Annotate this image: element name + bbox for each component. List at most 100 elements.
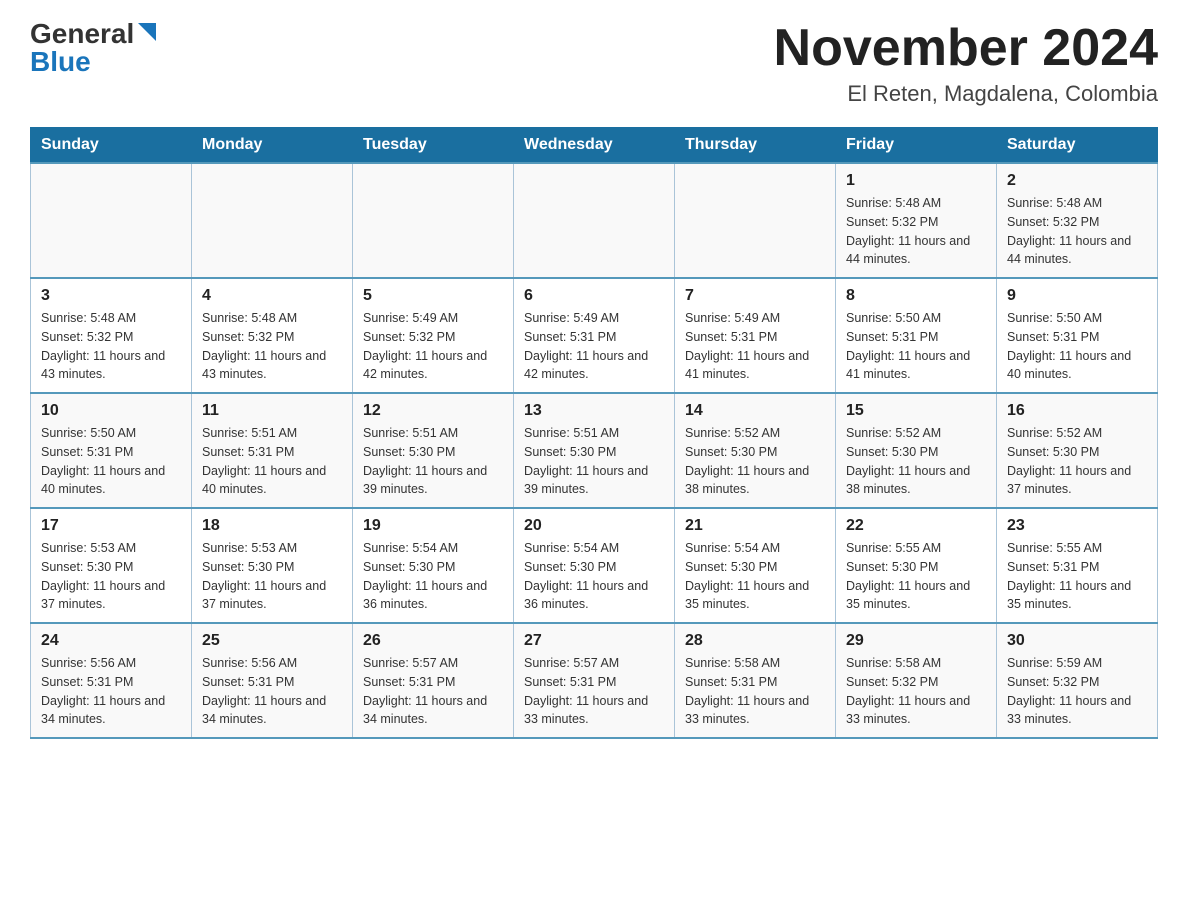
calendar-table: Sunday Monday Tuesday Wednesday Thursday… [30,127,1158,739]
calendar-cell-w5-d4: 27 Sunrise: 5:57 AMSunset: 5:31 PMDayligh… [514,623,675,738]
day-info: Sunrise: 5:54 AMSunset: 5:30 PMDaylight:… [524,539,664,614]
day-number: 13 [524,402,664,420]
col-thursday: Thursday [675,128,836,164]
calendar-cell-w5-d5: 28 Sunrise: 5:58 AMSunset: 5:31 PMDayligh… [675,623,836,738]
day-number: 28 [685,632,825,650]
calendar-cell-w1-d2 [192,163,353,278]
day-number: 18 [202,517,342,535]
calendar-cell-w5-d1: 24 Sunrise: 5:56 AMSunset: 5:31 PMDayligh… [31,623,192,738]
day-number: 15 [846,402,986,420]
day-number: 3 [41,287,181,305]
day-number: 11 [202,402,342,420]
day-info: Sunrise: 5:49 AMSunset: 5:32 PMDaylight:… [363,309,503,384]
calendar-cell-w1-d7: 2Sunrise: 5:48 AMSunset: 5:32 PMDaylight… [997,163,1158,278]
day-number: 29 [846,632,986,650]
day-info: Sunrise: 5:53 AMSunset: 5:30 PMDaylight:… [41,539,181,614]
col-tuesday: Tuesday [353,128,514,164]
day-number: 16 [1007,402,1147,420]
calendar-cell-w2-d1: 3 Sunrise: 5:48 AMSunset: 5:32 PMDaylight… [31,278,192,393]
calendar-cell-w2-d3: 5 Sunrise: 5:49 AMSunset: 5:32 PMDaylight… [353,278,514,393]
day-info: Sunrise: 5:52 AMSunset: 5:30 PMDaylight:… [846,424,986,499]
calendar-cell-w4-d7: 23 Sunrise: 5:55 AMSunset: 5:31 PMDayligh… [997,508,1158,623]
calendar-cell-w3-d5: 14Sunrise: 5:52 AMSunset: 5:30 PMDayligh… [675,393,836,508]
day-number: 7 [685,287,825,305]
calendar-cell-w2-d5: 7 Sunrise: 5:49 AMSunset: 5:31 PMDaylight… [675,278,836,393]
calendar-cell-w5-d3: 26 Sunrise: 5:57 AMSunset: 5:31 PMDayligh… [353,623,514,738]
day-number: 4 [202,287,342,305]
calendar-cell-w4-d6: 22 Sunrise: 5:55 AMSunset: 5:30 PMDayligh… [836,508,997,623]
col-friday: Friday [836,128,997,164]
calendar-cell-w2-d4: 6Sunrise: 5:49 AMSunset: 5:31 PMDaylight… [514,278,675,393]
day-number: 9 [1007,287,1147,305]
calendar-cell-w4-d2: 18 Sunrise: 5:53 AMSunset: 5:30 PMDayligh… [192,508,353,623]
day-info: Sunrise: 5:50 AMSunset: 5:31 PMDaylight:… [846,309,986,384]
calendar-week-2: 3 Sunrise: 5:48 AMSunset: 5:32 PMDaylight… [31,278,1158,393]
logo: General Blue [30,20,158,76]
day-info: Sunrise: 5:48 AMSunset: 5:32 PMDaylight:… [846,194,986,269]
day-info: Sunrise: 5:59 AMSunset: 5:32 PMDaylight:… [1007,654,1147,729]
day-info: Sunrise: 5:54 AMSunset: 5:30 PMDaylight:… [363,539,503,614]
calendar-cell-w5-d7: 30 Sunrise: 5:59 AMSunset: 5:32 PMDayligh… [997,623,1158,738]
day-info: Sunrise: 5:50 AMSunset: 5:31 PMDaylight:… [1007,309,1147,384]
logo-blue-text: Blue [30,46,91,77]
calendar-cell-w4-d1: 17 Sunrise: 5:53 AMSunset: 5:30 PMDayligh… [31,508,192,623]
calendar-cell-w4-d5: 21Sunrise: 5:54 AMSunset: 5:30 PMDayligh… [675,508,836,623]
location-subtitle: El Reten, Magdalena, Colombia [774,81,1158,107]
day-number: 27 [524,632,664,650]
day-info: Sunrise: 5:57 AMSunset: 5:31 PMDaylight:… [363,654,503,729]
calendar-cell-w5-d2: 25Sunrise: 5:56 AMSunset: 5:31 PMDayligh… [192,623,353,738]
day-info: Sunrise: 5:55 AMSunset: 5:30 PMDaylight:… [846,539,986,614]
day-number: 20 [524,517,664,535]
calendar-week-5: 24 Sunrise: 5:56 AMSunset: 5:31 PMDayligh… [31,623,1158,738]
day-info: Sunrise: 5:55 AMSunset: 5:31 PMDaylight:… [1007,539,1147,614]
day-info: Sunrise: 5:52 AMSunset: 5:30 PMDaylight:… [1007,424,1147,499]
day-info: Sunrise: 5:53 AMSunset: 5:30 PMDaylight:… [202,539,342,614]
day-number: 1 [846,172,986,190]
calendar-cell-w3-d6: 15 Sunrise: 5:52 AMSunset: 5:30 PMDayligh… [836,393,997,508]
day-info: Sunrise: 5:57 AMSunset: 5:31 PMDaylight:… [524,654,664,729]
day-number: 21 [685,517,825,535]
day-number: 30 [1007,632,1147,650]
col-monday: Monday [192,128,353,164]
calendar-cell-w4-d3: 19Sunrise: 5:54 AMSunset: 5:30 PMDayligh… [353,508,514,623]
calendar-cell-w2-d7: 9 Sunrise: 5:50 AMSunset: 5:31 PMDaylight… [997,278,1158,393]
day-info: Sunrise: 5:58 AMSunset: 5:31 PMDaylight:… [685,654,825,729]
day-number: 10 [41,402,181,420]
day-info: Sunrise: 5:58 AMSunset: 5:32 PMDaylight:… [846,654,986,729]
calendar-cell-w3-d2: 11Sunrise: 5:51 AMSunset: 5:31 PMDayligh… [192,393,353,508]
calendar-cell-w2-d2: 4 Sunrise: 5:48 AMSunset: 5:32 PMDaylight… [192,278,353,393]
day-number: 24 [41,632,181,650]
day-info: Sunrise: 5:52 AMSunset: 5:30 PMDaylight:… [685,424,825,499]
day-number: 25 [202,632,342,650]
day-info: Sunrise: 5:56 AMSunset: 5:31 PMDaylight:… [41,654,181,729]
calendar-cell-w3-d3: 12Sunrise: 5:51 AMSunset: 5:30 PMDayligh… [353,393,514,508]
calendar-cell-w4-d4: 20 Sunrise: 5:54 AMSunset: 5:30 PMDayligh… [514,508,675,623]
day-number: 8 [846,287,986,305]
day-number: 12 [363,402,503,420]
calendar-body: 1 Sunrise: 5:48 AMSunset: 5:32 PMDaylight… [31,163,1158,738]
day-number: 2 [1007,172,1147,190]
day-info: Sunrise: 5:50 AMSunset: 5:31 PMDaylight:… [41,424,181,499]
day-number: 22 [846,517,986,535]
calendar-cell-w1-d3 [353,163,514,278]
day-number: 17 [41,517,181,535]
logo-arrow-icon [136,21,158,43]
day-number: 23 [1007,517,1147,535]
day-info: Sunrise: 5:48 AMSunset: 5:32 PMDaylight:… [41,309,181,384]
title-block: November 2024 El Reten, Magdalena, Colom… [774,20,1158,107]
day-info: Sunrise: 5:48 AMSunset: 5:32 PMDaylight:… [202,309,342,384]
calendar-header: Sunday Monday Tuesday Wednesday Thursday… [31,128,1158,164]
calendar-cell-w1-d1 [31,163,192,278]
calendar-week-1: 1 Sunrise: 5:48 AMSunset: 5:32 PMDaylight… [31,163,1158,278]
day-number: 26 [363,632,503,650]
col-wednesday: Wednesday [514,128,675,164]
day-number: 5 [363,287,503,305]
day-info: Sunrise: 5:49 AMSunset: 5:31 PMDaylight:… [685,309,825,384]
calendar-cell-w2-d6: 8 Sunrise: 5:50 AMSunset: 5:31 PMDaylight… [836,278,997,393]
col-sunday: Sunday [31,128,192,164]
calendar-cell-w3-d7: 16 Sunrise: 5:52 AMSunset: 5:30 PMDayligh… [997,393,1158,508]
calendar-cell-w1-d6: 1 Sunrise: 5:48 AMSunset: 5:32 PMDaylight… [836,163,997,278]
calendar-week-4: 17 Sunrise: 5:53 AMSunset: 5:30 PMDayligh… [31,508,1158,623]
day-info: Sunrise: 5:51 AMSunset: 5:30 PMDaylight:… [524,424,664,499]
calendar-cell-w3-d1: 10 Sunrise: 5:50 AMSunset: 5:31 PMDayligh… [31,393,192,508]
